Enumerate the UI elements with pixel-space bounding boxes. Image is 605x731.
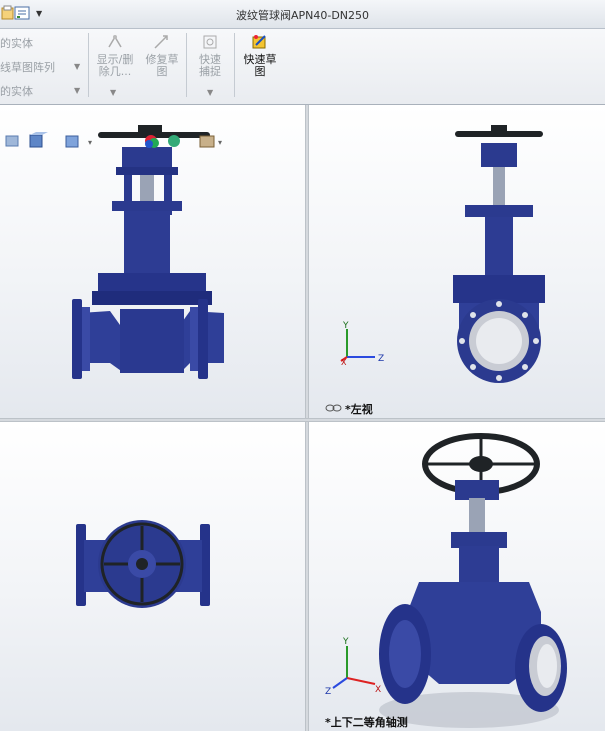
solid-dropdown-icon[interactable]: ▼ (74, 86, 80, 95)
svg-text:▾: ▾ (88, 138, 92, 147)
valve-top-view (76, 520, 210, 608)
display-delete-dropdown-icon[interactable]: ▼ (110, 88, 116, 97)
axis-y-label: Y (342, 321, 349, 331)
viewport-left[interactable]: Y Z X *左视 (309, 105, 605, 418)
appearance-icon (145, 135, 159, 148)
quick-sketch-label: 快速草图 (243, 53, 277, 78)
window-title: 波纹管球阀APN40-DN250 (235, 9, 370, 22)
quick-sketch-icon (252, 35, 266, 49)
axis-triad-iso: Y X Z (325, 637, 381, 696)
scene-icon (168, 135, 180, 147)
viewport-horizontal-splitter[interactable] (0, 418, 605, 422)
axis-x-label: X (341, 358, 347, 365)
ribbon-separator (234, 33, 235, 97)
viewport-isometric[interactable]: Y X Z *上下二等角轴测 (309, 422, 605, 731)
view-orientation-icon (5, 135, 19, 147)
axis-y-label-iso: Y (342, 637, 349, 647)
display-delete-relations-button[interactable]: 显示/删除几... (92, 33, 138, 78)
ribbon-separator (186, 33, 187, 97)
viewport-label-isometric: *上下二等角轴测 (325, 716, 408, 729)
viewport-label-left: *左视 (345, 403, 373, 416)
quick-snap-button[interactable]: 快速捕捉 (190, 33, 230, 78)
display-delete-label: 显示/删除几... (96, 53, 134, 78)
repair-sketch-icon (154, 35, 168, 49)
ribbon-separator (88, 33, 89, 97)
repair-sketch-button[interactable]: 修复草图 (142, 33, 182, 78)
sketch-pattern-dropdown-icon[interactable]: ▼ (74, 62, 80, 71)
ribbon-item-solid-2[interactable]: 的实体 (0, 83, 33, 99)
command-ribbon: 的实体 线草图阵列 ▼ 的实体 ▼ 显示/删除几... ▼ 修复草图 快速捕捉 … (0, 29, 605, 105)
heads-up-view-toolbar[interactable]: ▾ ▾ (4, 132, 234, 150)
viewport-top[interactable] (0, 422, 305, 731)
svg-text:▾: ▾ (218, 138, 222, 147)
ribbon-item-solid-1[interactable]: 的实体 (0, 35, 33, 51)
quick-sketch-button[interactable]: 快速草图 (238, 33, 282, 78)
axis-triad-left: Y Z X (340, 321, 384, 365)
title-bar: ▼ 波纹管球阀APN40-DN250 (0, 0, 605, 29)
quick-snap-label: 快速捕捉 (199, 53, 221, 78)
axis-x-label-iso: X (375, 685, 381, 695)
viewport-front[interactable]: ▾ ▾ (0, 105, 305, 418)
valve-front-view (72, 125, 224, 379)
quick-snap-dropdown-icon[interactable]: ▼ (207, 88, 213, 97)
relations-icon (108, 35, 122, 48)
link-views-icon[interactable] (325, 403, 343, 416)
valve-left-view (453, 125, 545, 383)
display-style-icon (29, 132, 48, 148)
axis-z-label: Z (378, 354, 384, 364)
axis-z-label-iso: Z (325, 687, 331, 696)
section-view-icon (65, 135, 79, 148)
ribbon-item-sketch-pattern[interactable]: 线草图阵列 (0, 59, 55, 75)
view-settings-icon (199, 135, 215, 148)
quick-snap-icon (203, 35, 217, 49)
repair-sketch-label: 修复草图 (145, 53, 179, 78)
